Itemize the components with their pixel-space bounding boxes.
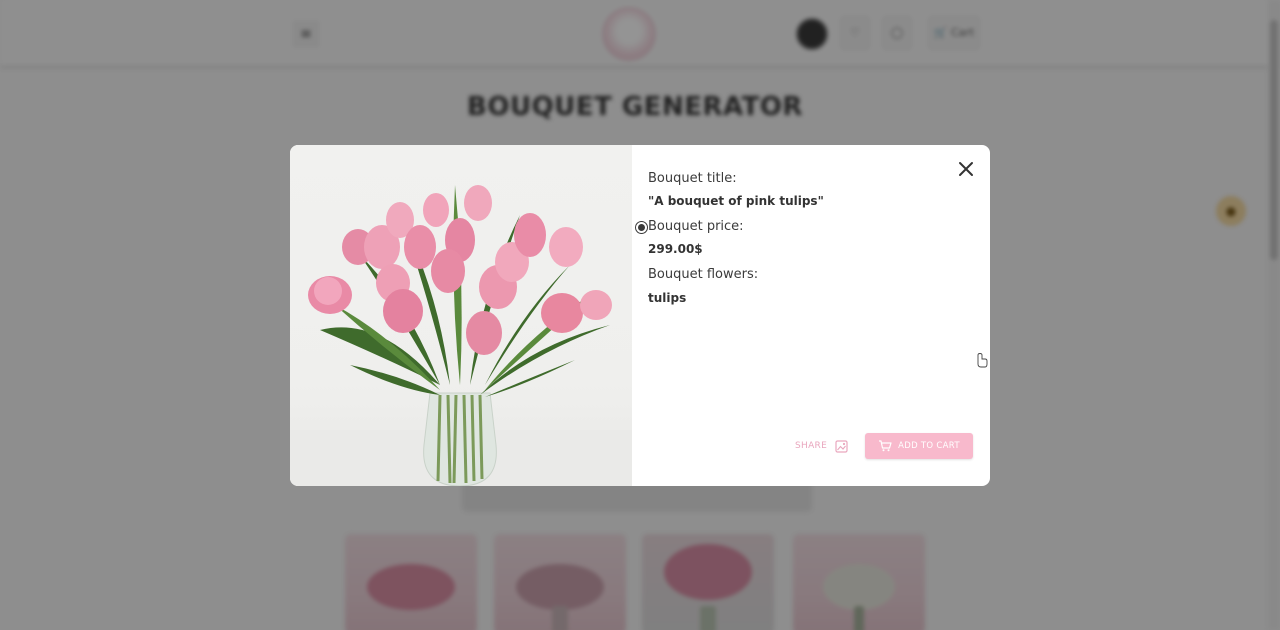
add-to-cart-button[interactable]: ADD TO CART [865, 433, 973, 459]
bouquet-title-label: Bouquet title: [648, 171, 737, 186]
add-to-cart-label: ADD TO CART [898, 441, 960, 451]
mouse-cursor-indicator [636, 222, 647, 233]
share-button[interactable]: SHARE [795, 435, 848, 457]
bouquet-price-value: 299.00$ [648, 242, 703, 256]
tulip-bouquet-illustration [290, 185, 632, 486]
bouquet-flowers-value: tulips [648, 291, 687, 305]
bouquet-title-value: "A bouquet of pink tulips" [648, 194, 824, 208]
bouquet-details-modal: Bouquet title: "A bouquet of pink tulips… [290, 145, 990, 486]
cart-icon [879, 440, 892, 452]
bouquet-flowers-label: Bouquet flowers: [648, 267, 759, 282]
share-label: SHARE [795, 441, 828, 451]
bouquet-image [290, 145, 632, 486]
share-image-icon [835, 439, 848, 453]
hand-pointer-icon [977, 353, 988, 368]
close-icon[interactable] [954, 157, 978, 181]
bouquet-price-label: Bouquet price: [648, 219, 744, 234]
